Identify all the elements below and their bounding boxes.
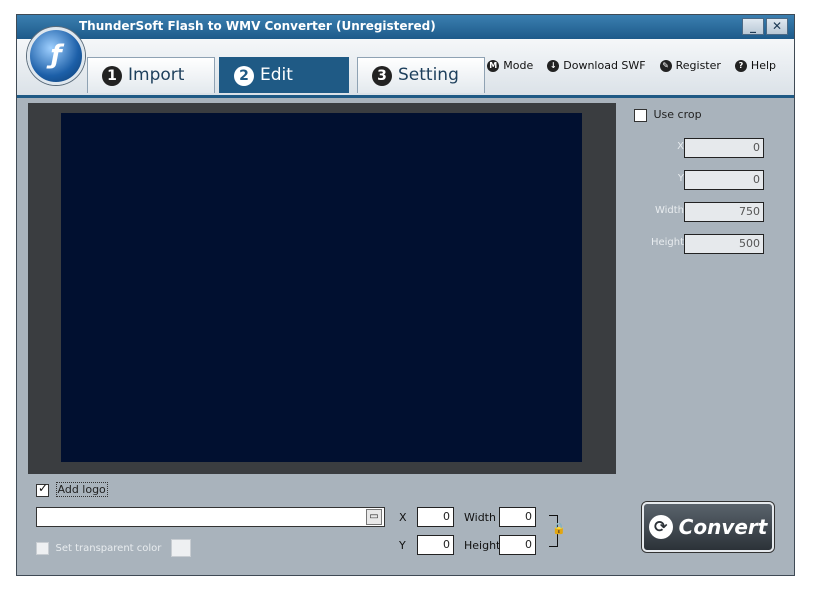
- crop-y-field[interactable]: 0: [684, 170, 764, 190]
- mode-icon: M: [487, 59, 500, 72]
- use-crop-label: Use crop: [653, 108, 702, 121]
- menu-register-label: Register: [675, 59, 721, 72]
- logo-path-input[interactable]: ▭: [36, 507, 385, 527]
- menu-mode[interactable]: M Mode: [487, 59, 533, 72]
- tab-import-label: Import: [128, 65, 185, 85]
- transparent-color-row: Set transparent color: [36, 539, 191, 557]
- title-bar[interactable]: ThunderSoft Flash to WMV Converter (Unre…: [17, 15, 794, 39]
- tab-import[interactable]: 1 Import: [87, 57, 215, 93]
- crop-width-label: Width: [654, 205, 684, 216]
- menu-help-label: Help: [750, 59, 776, 72]
- main-window: ThunderSoft Flash to WMV Converter (Unre…: [16, 14, 795, 576]
- menu-mode-label: Mode: [503, 59, 534, 72]
- browse-folder-icon[interactable]: ▭: [366, 509, 382, 525]
- logo-width-field[interactable]: 0: [499, 507, 536, 527]
- logo-y-field[interactable]: 0: [417, 535, 454, 555]
- transparent-color-checkbox[interactable]: [36, 541, 49, 555]
- convert-icon: ⟳: [648, 515, 673, 539]
- crop-width-field[interactable]: 750: [684, 202, 764, 222]
- step-number-1: 1: [102, 66, 122, 86]
- add-logo-checkbox[interactable]: [36, 481, 49, 497]
- logo-height-field[interactable]: 0: [499, 535, 536, 555]
- video-preview[interactable]: [61, 113, 582, 462]
- convert-button[interactable]: ⟳ Convert: [642, 502, 774, 552]
- app-logo-icon: ƒ: [27, 27, 85, 85]
- transparent-color-label: Set transparent color: [55, 543, 162, 554]
- convert-label: Convert: [678, 515, 768, 539]
- lock-icon[interactable]: 🔒: [552, 522, 566, 535]
- tab-edit-label: Edit: [260, 65, 293, 85]
- register-icon: ✎: [659, 59, 672, 72]
- logo-x-field[interactable]: 0: [417, 507, 454, 527]
- add-logo-label: Add logo: [55, 482, 108, 497]
- add-logo-row[interactable]: Add logo: [36, 481, 108, 497]
- tab-setting[interactable]: 3 Setting: [357, 57, 485, 93]
- color-picker-swatch[interactable]: [170, 539, 191, 557]
- tab-edit[interactable]: 2 Edit: [219, 57, 349, 93]
- tab-setting-label: Setting: [398, 65, 459, 85]
- help-icon: ?: [734, 59, 747, 72]
- logo-y-label: Y: [399, 539, 406, 552]
- menu-help[interactable]: ? Help: [734, 59, 776, 72]
- download-icon: ↓: [547, 59, 560, 72]
- menu-download-swf[interactable]: ↓ Download SWF: [547, 59, 646, 72]
- header-bar: ƒ 1 Import 2 Edit 3 Setting M Mode ↓ Downlo…: [17, 27, 794, 98]
- window-title: ThunderSoft Flash to WMV Converter (Unre…: [79, 19, 436, 33]
- logo-width-label: Width: [464, 511, 496, 524]
- preview-area: [28, 103, 616, 474]
- use-crop-row[interactable]: Use crop: [634, 108, 702, 122]
- menu-register[interactable]: ✎ Register: [659, 59, 721, 72]
- close-button[interactable]: ✕: [766, 18, 788, 35]
- logo-height-label: Height: [464, 539, 501, 552]
- logo-x-label: X: [399, 511, 407, 524]
- crop-x-field[interactable]: 0: [684, 138, 764, 158]
- step-number-2: 2: [234, 66, 254, 86]
- crop-x-label: X: [677, 141, 684, 152]
- menu-download-label: Download SWF: [563, 59, 646, 72]
- crop-height-label: Height: [650, 237, 684, 248]
- use-crop-checkbox[interactable]: [634, 108, 647, 122]
- step-number-3: 3: [372, 66, 392, 86]
- crop-height-field[interactable]: 500: [684, 234, 764, 254]
- minimize-button[interactable]: _: [742, 18, 764, 35]
